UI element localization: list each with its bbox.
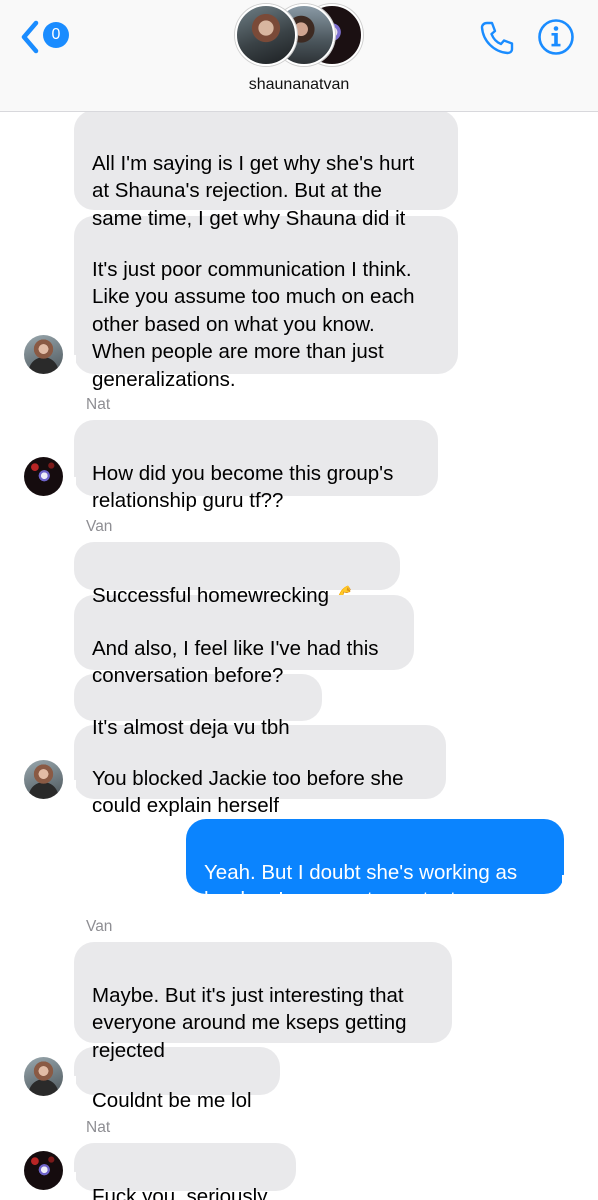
message-text: Fuck you, seriously xyxy=(92,1184,268,1200)
message-bubble[interactable]: Maybe. But it's just interesting that ev… xyxy=(74,942,452,1062)
group-name[interactable]: shaunanatvan xyxy=(0,76,598,94)
sender-name: Van xyxy=(86,518,113,535)
message-text: Couldnt be me lol xyxy=(92,1088,252,1112)
sender-name: Nat xyxy=(86,1119,111,1136)
message-bubble-outgoing[interactable]: Yeah. But I doubt she's working as hard … xyxy=(186,819,576,911)
message-text: Successful homewrecking xyxy=(92,583,329,607)
message-text: It's almost deja vu tbh xyxy=(92,715,290,739)
message-bubble[interactable]: It's just poor communication I think. Li… xyxy=(62,216,458,391)
sender-avatar-shauna[interactable] xyxy=(24,335,63,374)
phone-icon xyxy=(480,21,514,55)
message-bubble[interactable]: How did you become this group's relation… xyxy=(62,420,438,512)
message-bubble[interactable]: Fuck you, seriously xyxy=(62,1143,296,1200)
group-avatars[interactable] xyxy=(235,4,365,66)
message-text: It's just poor communication I think. Li… xyxy=(92,257,415,391)
group-avatar-1 xyxy=(235,4,297,66)
message-list[interactable]: All I'm saying is I get why she's hurt a… xyxy=(0,112,598,1200)
chevron-left-icon xyxy=(21,20,39,54)
conversation-header: 0 shaunanatvan xyxy=(0,0,598,112)
back-button[interactable]: 0 xyxy=(20,16,76,56)
message-text: How did you become this group's relation… xyxy=(92,461,394,513)
message-text: You blocked Jackie too before she could … xyxy=(92,766,404,818)
sender-avatar-shauna[interactable] xyxy=(24,1057,63,1096)
message-text: And also, I feel like I've had this conv… xyxy=(92,636,379,688)
info-button[interactable] xyxy=(536,17,576,57)
info-icon xyxy=(538,19,574,55)
message-text: Yeah. But I doubt she's working as hard … xyxy=(204,860,518,912)
sender-avatar-nat[interactable] xyxy=(24,457,63,496)
sender-name: Van xyxy=(86,918,113,935)
sender-avatar-nat[interactable] xyxy=(24,1151,63,1190)
unread-badge: 0 xyxy=(43,22,69,48)
message-bubble[interactable]: Successful homewrecking💪 xyxy=(74,542,400,608)
message-bubble[interactable]: All I'm saying is I get why she's hurt a… xyxy=(74,112,458,230)
sender-avatar-shauna[interactable] xyxy=(24,760,63,799)
call-button[interactable] xyxy=(476,18,516,58)
message-text: All I'm saying is I get why she's hurt a… xyxy=(92,151,415,230)
sender-name: Nat xyxy=(86,396,111,413)
